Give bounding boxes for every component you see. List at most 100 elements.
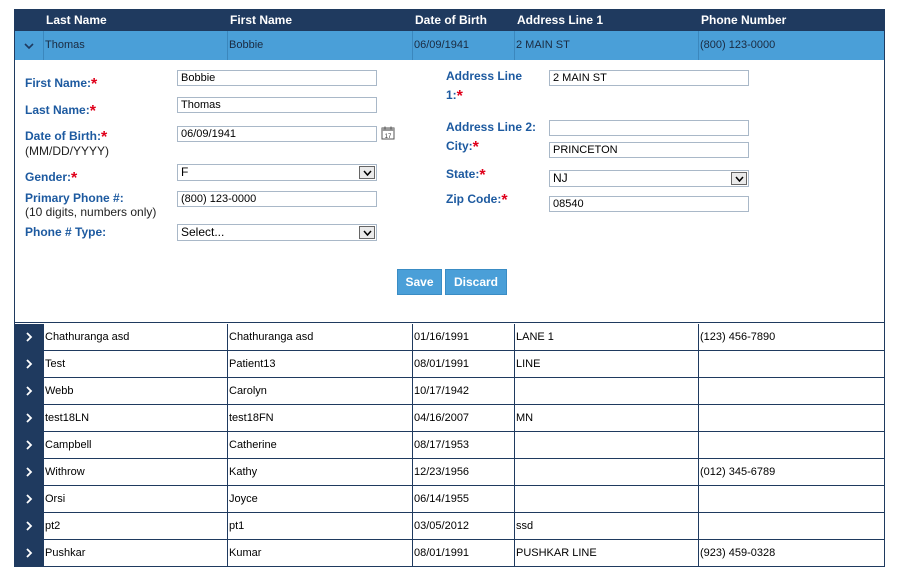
cell-first-name: Carolyn — [227, 378, 412, 404]
col-address1[interactable]: Address Line 1 — [517, 10, 603, 31]
cell-last-name: Thomas — [43, 31, 227, 60]
chevron-right-icon — [26, 494, 33, 504]
expand-row-button[interactable] — [15, 405, 43, 431]
svg-text:17: 17 — [385, 134, 392, 140]
col-dob[interactable]: Date of Birth — [415, 10, 487, 31]
first-name-field[interactable]: Bobbie — [177, 70, 377, 86]
expand-row-button[interactable] — [15, 378, 43, 404]
cell-dob: 04/16/2007 — [412, 405, 514, 431]
dob-label: Date of Birth:* — [25, 129, 108, 146]
chevron-down-icon — [24, 42, 34, 49]
primary-phone-label: Primary Phone #: — [25, 191, 124, 205]
cell-dob: 08/17/1953 — [412, 432, 514, 458]
expand-row-button[interactable] — [15, 432, 43, 458]
state-label: State:* — [446, 167, 486, 184]
cell-phone: (123) 456-7890 — [698, 324, 884, 350]
cell-last-name: Webb — [43, 378, 227, 404]
cell-address1: LANE 1 — [514, 324, 698, 350]
zip-field[interactable]: 08540 — [549, 196, 749, 212]
cell-address1: MN — [514, 405, 698, 431]
chevron-right-icon — [26, 413, 33, 423]
cell-dob: 08/01/1991 — [412, 540, 514, 566]
cell-address1: PUSHKAR LINE — [514, 540, 698, 566]
cell-address1: 2 MAIN ST — [514, 31, 698, 60]
col-last-name[interactable]: Last Name — [46, 10, 107, 31]
chevron-right-icon — [26, 359, 33, 369]
zip-label: Zip Code:* — [446, 192, 508, 209]
dob-field[interactable]: 06/09/1941 — [177, 126, 377, 142]
table-row[interactable]: Test Patient13 08/01/1991 LINE — [15, 351, 884, 378]
address1-label: Address Line — [446, 69, 523, 83]
chevron-right-icon — [26, 332, 33, 342]
cell-first-name: Catherine — [227, 432, 412, 458]
table-row[interactable]: test18LN test18FN 04/16/2007 MN — [15, 405, 884, 432]
expand-row-button[interactable] — [15, 324, 43, 350]
chevron-right-icon — [26, 386, 33, 396]
address2-label: Address Line 2: — [446, 120, 537, 134]
gender-select[interactable]: F — [177, 164, 377, 181]
expand-row-button[interactable] — [15, 351, 43, 377]
cell-address1 — [514, 432, 698, 458]
cell-address1 — [514, 486, 698, 512]
cell-last-name: Pushkar — [43, 540, 227, 566]
col-first-name[interactable]: First Name — [230, 10, 292, 31]
chevron-right-icon — [26, 467, 33, 477]
address2-field[interactable] — [549, 120, 749, 136]
cell-phone: (800) 123-0000 — [698, 31, 884, 60]
table-row[interactable]: pt2 pt1 03/05/2012 ssd — [15, 513, 884, 540]
cell-last-name: Test — [43, 351, 227, 377]
cell-dob: 01/16/1991 — [412, 324, 514, 350]
cell-first-name: Chathuranga asd — [227, 324, 412, 350]
cell-first-name: Joyce — [227, 486, 412, 512]
phone-type-select[interactable]: Select... — [177, 224, 377, 241]
expand-row-button[interactable] — [15, 513, 43, 539]
cell-dob: 08/01/1991 — [412, 351, 514, 377]
cell-first-name: Kumar — [227, 540, 412, 566]
cell-last-name: test18LN — [43, 405, 227, 431]
address1-label-cont: 1:* — [446, 88, 463, 105]
cell-phone: (923) 459-0328 — [698, 540, 884, 566]
col-phone[interactable]: Phone Number — [701, 10, 786, 31]
city-field[interactable]: PRINCETON — [549, 142, 749, 158]
cell-first-name: Patient13 — [227, 351, 412, 377]
expand-row-button[interactable] — [15, 486, 43, 512]
cell-dob: 06/14/1955 — [412, 486, 514, 512]
table-row[interactable]: Campbell Catherine 08/17/1953 — [15, 432, 884, 459]
cell-first-name: Bobbie — [227, 31, 412, 60]
cell-last-name: Orsi — [43, 486, 227, 512]
cell-phone: (012) 345-6789 — [698, 459, 884, 485]
state-select[interactable]: NJ — [549, 170, 749, 187]
table-row[interactable]: Orsi Joyce 06/14/1955 — [15, 486, 884, 513]
calendar-icon[interactable]: 17 — [381, 126, 395, 140]
discard-button[interactable]: Discard — [445, 269, 507, 295]
primary-phone-field[interactable]: (800) 123-0000 — [177, 191, 377, 207]
state-selected-value: NJ — [553, 171, 568, 185]
table-row-selected[interactable]: Thomas Bobbie 06/09/1941 2 MAIN ST (800)… — [15, 31, 884, 60]
table-row[interactable]: Chathuranga asd Chathuranga asd 01/16/1991… — [15, 324, 884, 351]
dropdown-arrow-icon[interactable] — [359, 166, 375, 179]
cell-first-name: test18FN — [227, 405, 412, 431]
table-row[interactable]: Withrow Kathy 12/23/1956 (012) 345-6789 — [15, 459, 884, 486]
chevron-right-icon — [26, 548, 33, 558]
grid-header: Last Name First Name Date of Birth Addre… — [15, 10, 884, 31]
first-name-label: First Name:* — [25, 76, 98, 93]
gender-selected-value: F — [181, 165, 189, 179]
chevron-right-icon — [26, 521, 33, 531]
address1-field[interactable]: 2 MAIN ST — [549, 70, 749, 86]
table-row[interactable]: Webb Carolyn 10/17/1942 — [15, 378, 884, 405]
last-name-label: Last Name:* — [25, 103, 96, 120]
dropdown-arrow-icon[interactable] — [359, 226, 375, 239]
last-name-field[interactable]: Thomas — [177, 97, 377, 113]
cell-dob: 06/09/1941 — [412, 31, 514, 60]
cell-phone — [698, 486, 884, 512]
collapse-row-button[interactable] — [15, 31, 43, 60]
phone-type-selected-value: Select... — [181, 225, 225, 239]
cell-address1: LINE — [514, 351, 698, 377]
expand-row-button[interactable] — [15, 459, 43, 485]
table-row[interactable]: Pushkar Kumar 08/01/1991 PUSHKAR LINE (923) … — [15, 540, 884, 567]
save-button[interactable]: Save — [397, 269, 442, 295]
cell-last-name: Withrow — [43, 459, 227, 485]
city-label: City:* — [446, 139, 479, 156]
expand-row-button[interactable] — [15, 540, 43, 566]
dropdown-arrow-icon[interactable] — [731, 172, 747, 185]
